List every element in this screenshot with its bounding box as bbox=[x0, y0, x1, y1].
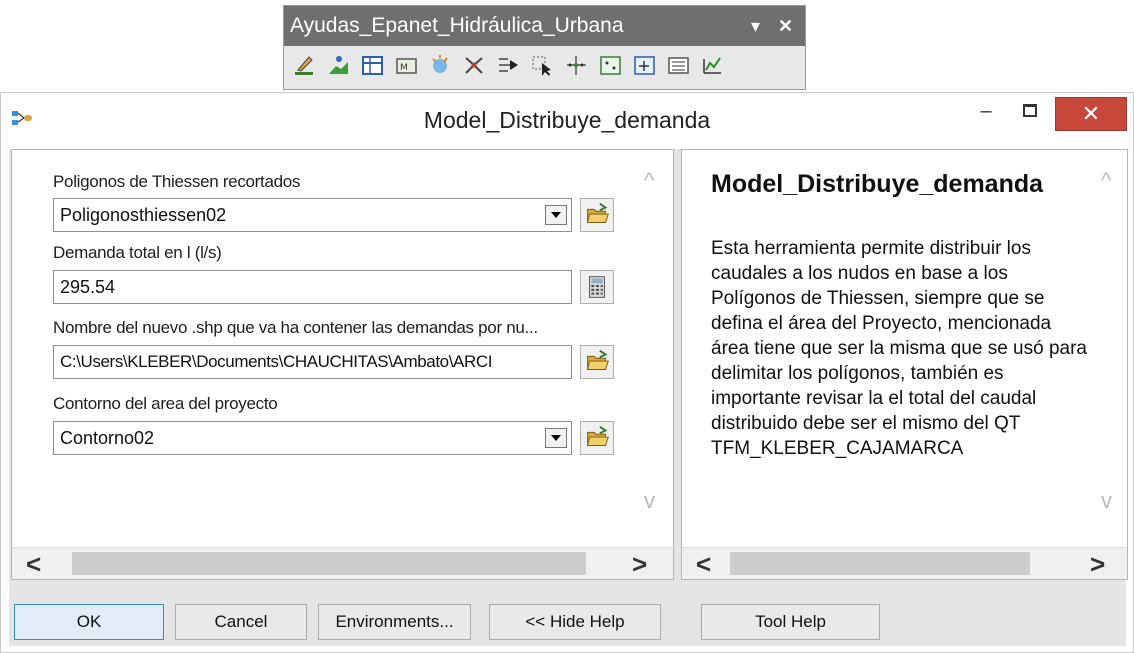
polygons-combo[interactable]: Poligonosthiessen02 bbox=[53, 198, 572, 232]
contour-value: Contorno02 bbox=[60, 428, 155, 448]
select-arrow-icon[interactable] bbox=[530, 53, 555, 78]
chevron-down-icon bbox=[551, 435, 561, 441]
toolbar-title: Ayudas_Epanet_Hidráulica_Urbana bbox=[290, 14, 624, 37]
scroll-down-icon[interactable]: v bbox=[1101, 488, 1112, 514]
nodes-icon[interactable] bbox=[462, 53, 487, 78]
param-label-polygons: Poligonos de Thiessen recortados bbox=[53, 172, 301, 191]
list-icon[interactable] bbox=[666, 53, 691, 78]
scroll-thumb[interactable] bbox=[730, 552, 1030, 575]
maximize-button[interactable] bbox=[1013, 97, 1049, 131]
scroll-left-icon[interactable]: < bbox=[26, 549, 41, 580]
tool-dialog: Model_Distribuye_demanda – ✕ Poligonos d… bbox=[0, 92, 1134, 653]
table-icon[interactable] bbox=[360, 53, 385, 78]
scroll-down-icon[interactable]: v bbox=[644, 488, 655, 514]
help-title: Model_Distribuye_demanda bbox=[711, 170, 1044, 198]
dialog-titlebar[interactable]: Model_Distribuye_demanda – ✕ bbox=[1, 93, 1133, 149]
toolbar-close-icon[interactable]: ✕ bbox=[778, 6, 793, 46]
close-icon: ✕ bbox=[1081, 101, 1101, 126]
svg-text:M: M bbox=[400, 63, 408, 73]
ok-button[interactable]: OK bbox=[14, 604, 164, 640]
environments-button[interactable]: Environments... bbox=[318, 604, 471, 640]
sparkle-icon[interactable] bbox=[428, 53, 453, 78]
toolbar-titlebar[interactable]: Ayudas_Epanet_Hidráulica_Urbana bbox=[284, 6, 805, 46]
minimize-button[interactable]: – bbox=[969, 97, 1003, 131]
output-path-input[interactable]: C:\Users\KLEBER\Documents\CHAUCHITAS\Amb… bbox=[53, 345, 572, 379]
parameters-pane: Poligonos de Thiessen recortados Poligon… bbox=[11, 149, 674, 580]
help-hscrollbar[interactable]: < > bbox=[682, 547, 1127, 579]
close-button[interactable]: ✕ bbox=[1055, 97, 1127, 131]
arrow-flow-icon[interactable] bbox=[496, 53, 521, 78]
calculator-button[interactable] bbox=[580, 270, 614, 304]
profile-icon[interactable] bbox=[326, 53, 351, 78]
scroll-right-icon[interactable]: > bbox=[1090, 549, 1105, 580]
param-label-demand: Demanda total en l (l/s) bbox=[53, 243, 222, 262]
move-points-icon[interactable] bbox=[564, 53, 589, 78]
dropdown-button[interactable] bbox=[545, 205, 567, 225]
chevron-down-icon bbox=[551, 212, 561, 218]
parameters-hscrollbar[interactable]: < > bbox=[12, 547, 673, 579]
scroll-left-icon[interactable]: < bbox=[696, 549, 711, 580]
toolbar-options-icon[interactable]: ▾ bbox=[751, 6, 760, 46]
grid-points-icon[interactable] bbox=[598, 53, 623, 78]
tool-help-button[interactable]: Tool Help bbox=[701, 604, 880, 640]
dropdown-button[interactable] bbox=[545, 428, 567, 448]
help-body: Esta herramienta permite distribuir los … bbox=[711, 238, 1087, 459]
browse-folder-button[interactable] bbox=[580, 198, 614, 232]
scroll-thumb[interactable] bbox=[72, 552, 586, 575]
scroll-up-icon[interactable]: ^ bbox=[644, 168, 654, 194]
grid-cross-icon[interactable] bbox=[632, 53, 657, 78]
toolbar-icon-row: M bbox=[292, 53, 725, 83]
polygons-value: Poligonosthiessen02 bbox=[60, 205, 227, 225]
param-label-output: Nombre del nuevo .shp que va ha contener… bbox=[53, 318, 538, 337]
floating-toolbar: Ayudas_Epanet_Hidráulica_Urbana ▾ ✕ M bbox=[283, 5, 806, 90]
help-pane: Model_Distribuye_demanda Esta herramient… bbox=[681, 149, 1128, 580]
save-folder-button[interactable] bbox=[580, 345, 614, 379]
map-icon[interactable]: M bbox=[394, 53, 419, 78]
contour-combo[interactable]: Contorno02 bbox=[53, 421, 572, 455]
param-label-contour: Contorno del area del proyecto bbox=[53, 394, 278, 413]
dialog-title: Model_Distribuye_demanda bbox=[423, 107, 711, 133]
cancel-button[interactable]: Cancel bbox=[175, 604, 307, 640]
hide-help-button[interactable]: << Hide Help bbox=[489, 604, 661, 640]
maximize-icon bbox=[1023, 104, 1037, 117]
scroll-up-icon[interactable]: ^ bbox=[1101, 168, 1111, 194]
chart-tool-icon[interactable] bbox=[700, 53, 725, 78]
scroll-right-icon[interactable]: > bbox=[632, 549, 647, 580]
demand-input[interactable]: 295.54 bbox=[53, 270, 572, 304]
browse-folder-button[interactable] bbox=[580, 421, 614, 455]
edit-icon[interactable] bbox=[292, 53, 317, 78]
